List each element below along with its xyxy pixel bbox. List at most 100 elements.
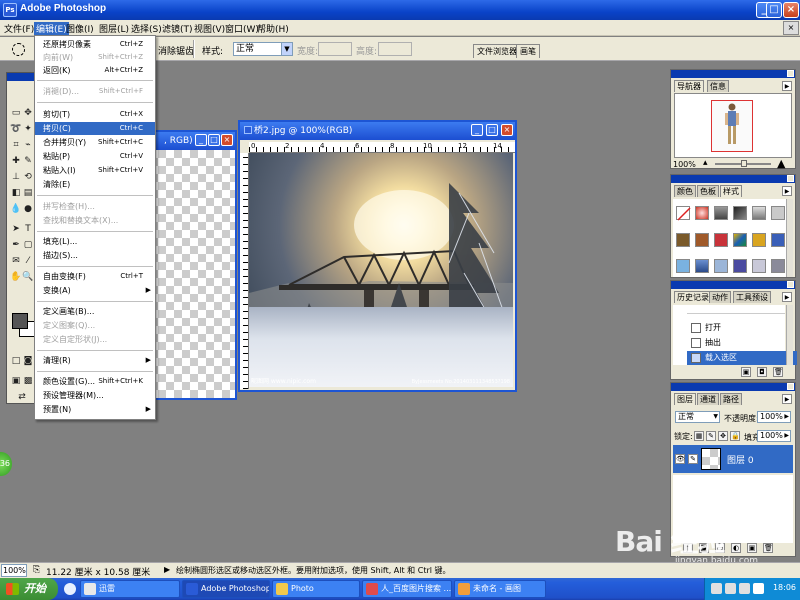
blend-mode-select[interactable]: 正常 ▼	[675, 411, 720, 423]
doc-maximize-button[interactable]: □	[208, 134, 220, 146]
panel-menu-arrow-icon[interactable]: ▶	[782, 81, 792, 91]
style-swatch[interactable]	[695, 206, 709, 220]
width-field[interactable]	[318, 42, 352, 56]
panel-menu-arrow-icon[interactable]: ▶	[782, 292, 792, 302]
height-field[interactable]	[378, 42, 412, 56]
style-swatch[interactable]	[733, 259, 747, 273]
style-swatch[interactable]	[771, 233, 785, 247]
menu-item-color-settings[interactable]: 颜色设置(G)... Shift+Ctrl+K	[35, 375, 155, 388]
layer-name[interactable]: 图层 0	[727, 453, 754, 466]
hand-tool-icon[interactable]: ✋	[10, 271, 22, 283]
layer-row[interactable]: 👁 ✎ 图层 0	[673, 445, 793, 473]
lock-position-icon[interactable]: ✥	[718, 431, 728, 441]
tab-layers[interactable]: 图层	[674, 393, 696, 405]
styles-scrollbar[interactable]	[786, 199, 793, 277]
doc-minimize-button[interactable]: _	[471, 124, 483, 136]
history-brush-tool-icon[interactable]: ⟲	[22, 171, 34, 183]
new-snapshot-icon[interactable]: ◘	[757, 367, 767, 377]
path-selection-tool-icon[interactable]: ➤	[10, 223, 22, 235]
style-swatch[interactable]	[752, 233, 766, 247]
visibility-eye-icon[interactable]: 👁	[675, 454, 685, 464]
lock-transparency-icon[interactable]: ▦	[694, 431, 704, 441]
menu-image[interactable]: 图像(I)	[66, 22, 94, 35]
gradient-tool-icon[interactable]: ▤	[22, 187, 34, 199]
menu-item-cut[interactable]: 剪切(T) Ctrl+X	[35, 108, 155, 121]
jump-to-imageready-icon[interactable]: ⇄	[16, 391, 28, 403]
clock[interactable]: 18:06	[773, 583, 796, 592]
start-button[interactable]: 开始	[0, 578, 58, 600]
document-info-icon[interactable]: ⎘	[33, 565, 40, 575]
menu-layer[interactable]: 图层(L)	[99, 22, 129, 35]
style-swatch[interactable]	[752, 206, 766, 220]
style-swatch[interactable]	[695, 259, 709, 273]
photo-canvas[interactable]: 昵图网 www.nipic.com ByJessmeets No.2014031…	[249, 153, 513, 387]
menu-item-copy-merged[interactable]: 合并拷贝(Y) Shift+Ctrl+C	[35, 136, 155, 149]
task-xunlei[interactable]: 迅雷	[80, 580, 180, 598]
history-item-extract[interactable]: 抽出	[687, 336, 797, 350]
chevron-down-icon[interactable]: ▼	[281, 43, 292, 55]
pen-tool-icon[interactable]: ✒	[10, 239, 22, 251]
menu-window[interactable]: 窗口(W)	[225, 22, 259, 35]
slice-tool-icon[interactable]: ⌁	[22, 139, 34, 151]
style-swatch[interactable]	[676, 233, 690, 247]
menu-item-paste-into[interactable]: 粘贴入(I) Shift+Ctrl+V	[35, 164, 155, 177]
tab-actions[interactable]: 动作	[709, 291, 731, 303]
status-zoom-field[interactable]: 100%	[1, 564, 27, 577]
menu-select[interactable]: 选择(S)	[131, 22, 162, 35]
document-window-back[interactable]: , RGB) _ □ ×	[148, 130, 237, 400]
tab-swatches[interactable]: 色板	[697, 185, 719, 197]
panel-close-icon[interactable]	[787, 383, 794, 390]
tab-tool-presets[interactable]: 工具预设	[733, 291, 771, 303]
menu-item-clear[interactable]: 清除(E)	[35, 178, 155, 191]
style-swatch[interactable]	[752, 259, 766, 273]
style-swatch[interactable]	[714, 259, 728, 273]
menu-item-define-pattern[interactable]: 定义图案(Q)...	[35, 319, 155, 332]
menu-item-paste[interactable]: 粘贴(P) Ctrl+V	[35, 150, 155, 163]
tab-paths[interactable]: 路径	[720, 393, 742, 405]
tray-app-icon[interactable]	[711, 583, 722, 594]
task-photoshop[interactable]: Adobe Photoshop	[182, 580, 270, 598]
close-button[interactable]: ×	[783, 2, 799, 18]
layer-brush-icon[interactable]: ✎	[688, 454, 698, 464]
panel-close-icon[interactable]	[787, 281, 794, 288]
marquee-tool-icon[interactable]: ▭	[10, 107, 22, 119]
fill-field[interactable]: 100% ▶	[757, 430, 791, 442]
clone-stamp-tool-icon[interactable]: ⊥	[10, 171, 22, 183]
healing-brush-tool-icon[interactable]: ✚	[10, 155, 22, 167]
horizontal-ruler[interactable]: 0 2 4 6 8 10 12 14	[249, 142, 515, 153]
panel-title-bar[interactable]	[671, 281, 795, 289]
menu-item-undo-copy-pixels[interactable]: 还原拷贝像素 Ctrl+Z	[35, 38, 155, 51]
tab-color[interactable]: 颜色	[674, 185, 696, 197]
tab-info[interactable]: 信息	[707, 80, 729, 92]
menu-item-step-forward[interactable]: 向前(W) Shift+Ctrl+Z	[35, 51, 155, 64]
panel-title-bar[interactable]	[671, 175, 795, 183]
elliptical-marquee-icon[interactable]	[12, 43, 25, 56]
tab-history[interactable]: 历史记录	[674, 291, 712, 303]
style-select[interactable]: 正常 ▼	[233, 42, 293, 56]
tab-file-browser[interactable]: 文件浏览器	[473, 44, 521, 58]
panel-close-icon[interactable]	[787, 70, 794, 77]
menu-item-preset-manager[interactable]: 预设管理器(M)...	[35, 389, 155, 402]
menu-item-fill[interactable]: 填充(L)...	[35, 235, 155, 248]
app-title-bar[interactable]: Ps Adobe Photoshop _ □ ×	[0, 0, 800, 20]
menu-item-purge[interactable]: 清理(R) ▶	[35, 354, 155, 367]
menu-filter[interactable]: 滤镜(T)	[162, 22, 193, 35]
panel-menu-arrow-icon[interactable]: ▶	[782, 186, 792, 196]
menu-item-free-transform[interactable]: 自由变换(F) Ctrl+T	[35, 270, 155, 283]
menu-item-find-replace[interactable]: 查找和替换文本(X)...	[35, 214, 155, 227]
foreground-color-swatch[interactable]	[12, 313, 28, 329]
menu-item-define-brush[interactable]: 定义画笔(B)...	[35, 305, 155, 318]
transparent-canvas[interactable]	[150, 150, 235, 398]
lasso-tool-icon[interactable]: ➰	[10, 123, 22, 135]
dodge-tool-icon[interactable]: ●	[22, 203, 34, 215]
tray-volume-icon[interactable]	[753, 583, 764, 594]
history-item-open[interactable]: 打开	[687, 321, 797, 335]
menu-item-transform[interactable]: 变换(A) ▶	[35, 284, 155, 297]
zoom-out-icon[interactable]: ▴	[703, 158, 708, 168]
navigator-preview[interactable]	[674, 93, 792, 158]
menu-close-icon[interactable]: ×	[783, 21, 799, 35]
floating-badge[interactable]: 36	[0, 452, 12, 476]
style-swatch[interactable]	[771, 259, 785, 273]
tab-channels[interactable]: 通道	[697, 393, 719, 405]
history-item-load-selection[interactable]: 载入选区	[687, 351, 797, 365]
